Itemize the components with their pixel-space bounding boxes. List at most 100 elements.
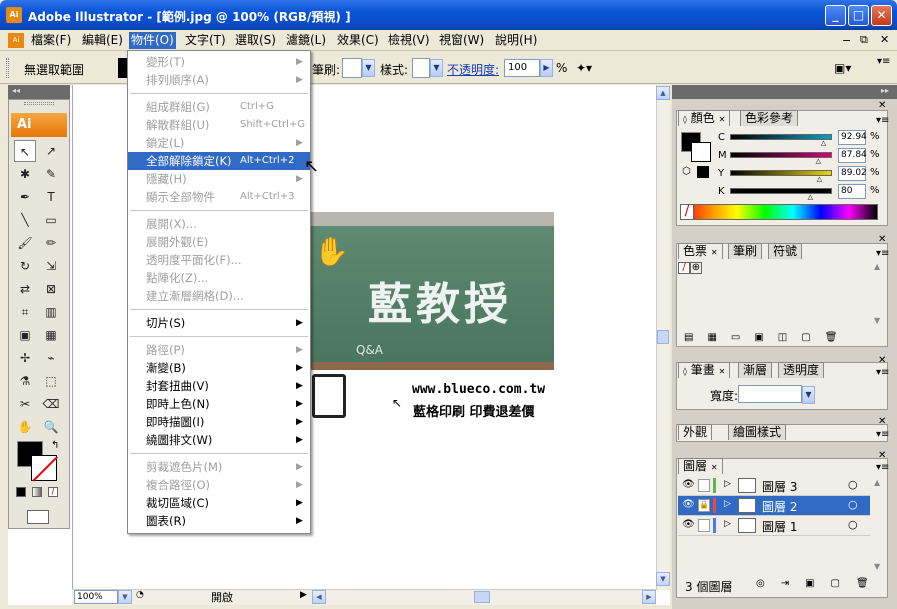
tool-icon[interactable]: ✋ [14,416,36,438]
tool-icon[interactable]: 🔍 [40,416,62,438]
eye-icon[interactable]: 👁 [682,479,695,490]
slider-thumb-icon[interactable]: △ [808,193,813,201]
close-button[interactable]: ✕ [871,5,892,26]
object-menu-item[interactable]: 切片(S) ▶ [128,314,310,332]
channel-value-input[interactable]: 80 [838,184,866,199]
scroll-down-icon[interactable]: ▼ [656,572,670,586]
target-circle-icon[interactable]: ○ [848,478,858,491]
zoom-dropdown-icon[interactable]: ▼ [118,590,132,604]
object-menu-item[interactable]: 剪裁遮色片(M) ▶ [128,458,310,476]
tool-icon[interactable]: ✢ [14,347,36,369]
tab-gradient[interactable]: 漸層 [738,362,773,378]
expand-triangle-icon[interactable]: ▷ [724,499,731,509]
none-swatch-icon[interactable]: / [680,204,694,220]
object-menu-item[interactable]: 變形(T) ▶ [128,53,310,71]
tool-icon[interactable]: ⬚ [40,370,62,392]
menu-item[interactable]: 編輯(E) [80,32,125,49]
slider-thumb-icon[interactable]: △ [817,175,822,183]
dock-header[interactable]: ▸▸ [672,85,897,99]
object-menu-item[interactable]: 即時描圖(I) ▶ [128,413,310,431]
color-panel-menu-icon[interactable]: ▾≡ [876,115,889,126]
tool-icon[interactable]: ╲ [14,209,36,231]
expand-triangle-icon[interactable]: ▷ [724,519,731,529]
tool-icon[interactable]: ▥ [40,301,62,323]
stroke-dropdown[interactable] [342,58,362,78]
eye-icon[interactable]: 👁 [682,519,695,530]
tool-icon[interactable]: ⇲ [40,255,62,277]
tab-layers[interactable]: 圖層 ✕ [678,458,723,474]
tab-color-guide[interactable]: 色彩參考 [740,110,799,126]
target-circle-icon[interactable]: ○ [848,498,858,511]
tool-icon[interactable]: ↻ [14,255,36,277]
lock-toggle-icon[interactable] [698,479,710,492]
object-menu-item[interactable]: 全部解除鎖定(K) Alt+Ctrl+2 [128,152,310,170]
menu-item[interactable]: 視窗(W) [437,32,486,49]
channel-value-input[interactable]: 92.94 [838,130,867,145]
lock-toggle-icon[interactable] [698,519,710,532]
stroke-panel-close-icon[interactable]: ✕ [878,355,886,366]
menu-item[interactable]: 檢視(V) [386,32,432,49]
app-icon[interactable]: Ai [6,7,22,23]
tools-panel-header[interactable]: ◂◂ [8,85,70,99]
control-menu-icon[interactable]: ▾≡ [877,56,890,67]
swap-colors-icon[interactable]: ↰ [51,440,59,451]
tab-brushes[interactable]: 筆刷 [728,243,763,259]
tab-symbols[interactable]: 符號 [768,243,803,259]
gradient-mode-icon[interactable] [32,487,42,497]
tool-icon[interactable]: ⊠ [40,278,62,300]
menu-item[interactable]: 檔案(F) [29,32,73,49]
tool-icon[interactable]: ⌫ [40,393,62,415]
object-menu-item[interactable]: 顯示全部物件 Alt+Ctrl+3 [128,188,310,206]
tool-icon[interactable]: ✎ [40,163,62,185]
swatch-registration-icon[interactable]: ⊕ [690,262,702,274]
object-menu-item[interactable]: 複合路徑(O) ▶ [128,476,310,494]
horizontal-scroll-thumb[interactable] [474,591,490,603]
channel-value-input[interactable]: 87.84 [838,148,867,163]
tool-icon[interactable]: ▦ [40,324,62,346]
lock-icon[interactable]: 🔒 [698,499,710,512]
stroke-width-dropdown-icon[interactable]: ▼ [802,386,815,404]
tool-icon[interactable]: ✒ [14,186,36,208]
layer-name[interactable]: 圖層 1 [762,518,797,535]
scroll-right-icon[interactable]: ▶ [642,590,656,604]
swatch-none-icon[interactable]: / [678,262,690,274]
tool-icon[interactable]: ↖ [14,140,36,162]
tab-appearance[interactable]: 外觀 [678,424,713,440]
object-menu-item[interactable]: 路徑(P) ▶ [128,341,310,359]
layers-bottom-icons[interactable]: ◎⇥▣▢🗑 [756,578,885,589]
layer-name[interactable]: 圖層 2 [762,498,797,515]
menu-item[interactable]: 選取(S) [233,32,278,49]
layer-row[interactable]: 👁 🔒 ▷ 圖層 2 ○ [678,496,870,516]
tab-stroke[interactable]: ◊ 筆畫 ✕ [678,362,731,378]
style-dropdown[interactable] [412,58,430,78]
layers-scroll-down-icon[interactable]: ▼ [874,562,880,571]
layer-name[interactable]: 圖層 3 [762,478,797,495]
object-menu-item[interactable]: 透明度平面化(F)... [128,251,310,269]
tool-icon[interactable]: ↗ [40,140,62,162]
maximize-button[interactable]: □ [848,5,869,26]
swatches-scroll-up-icon[interactable]: ▲ [874,262,880,271]
doc-minimize-icon[interactable]: − [842,34,851,47]
swatches-scroll-down-icon[interactable]: ▼ [874,316,880,325]
tab-transparency[interactable]: 透明度 [778,362,825,378]
stroke-width-input[interactable] [738,385,802,403]
bridge-icon[interactable]: ▣▾ [834,58,862,78]
channel-value-input[interactable]: 89.02 [838,166,867,181]
appearance-menu-icon[interactable]: ▾≡ [876,429,889,440]
color-spectrum[interactable] [680,204,878,220]
tool-icon[interactable]: ✱ [14,163,36,185]
channel-slider[interactable] [730,134,832,140]
cmyk-swatch[interactable] [697,166,709,178]
opacity-input[interactable]: 100 [504,59,540,77]
tool-icon[interactable]: ✂ [14,393,36,415]
object-menu-item[interactable]: 展開(X)... [128,215,310,233]
recolor-icon[interactable]: ✦▾ [576,58,604,78]
object-menu-item[interactable]: 建立漸層網格(D)... [128,287,310,305]
horizontal-scrollbar[interactable] [72,589,656,605]
zoom-field[interactable]: 100% [74,590,118,604]
tool-icon[interactable]: ⇄ [14,278,36,300]
menu-item[interactable]: 物件(O) [129,32,176,49]
opacity-arrow-icon[interactable]: ▶ [540,59,553,77]
tab-graphic-styles[interactable]: 繪圖樣式 [728,424,787,440]
status-nav-icon[interactable]: ◔ [136,590,148,604]
